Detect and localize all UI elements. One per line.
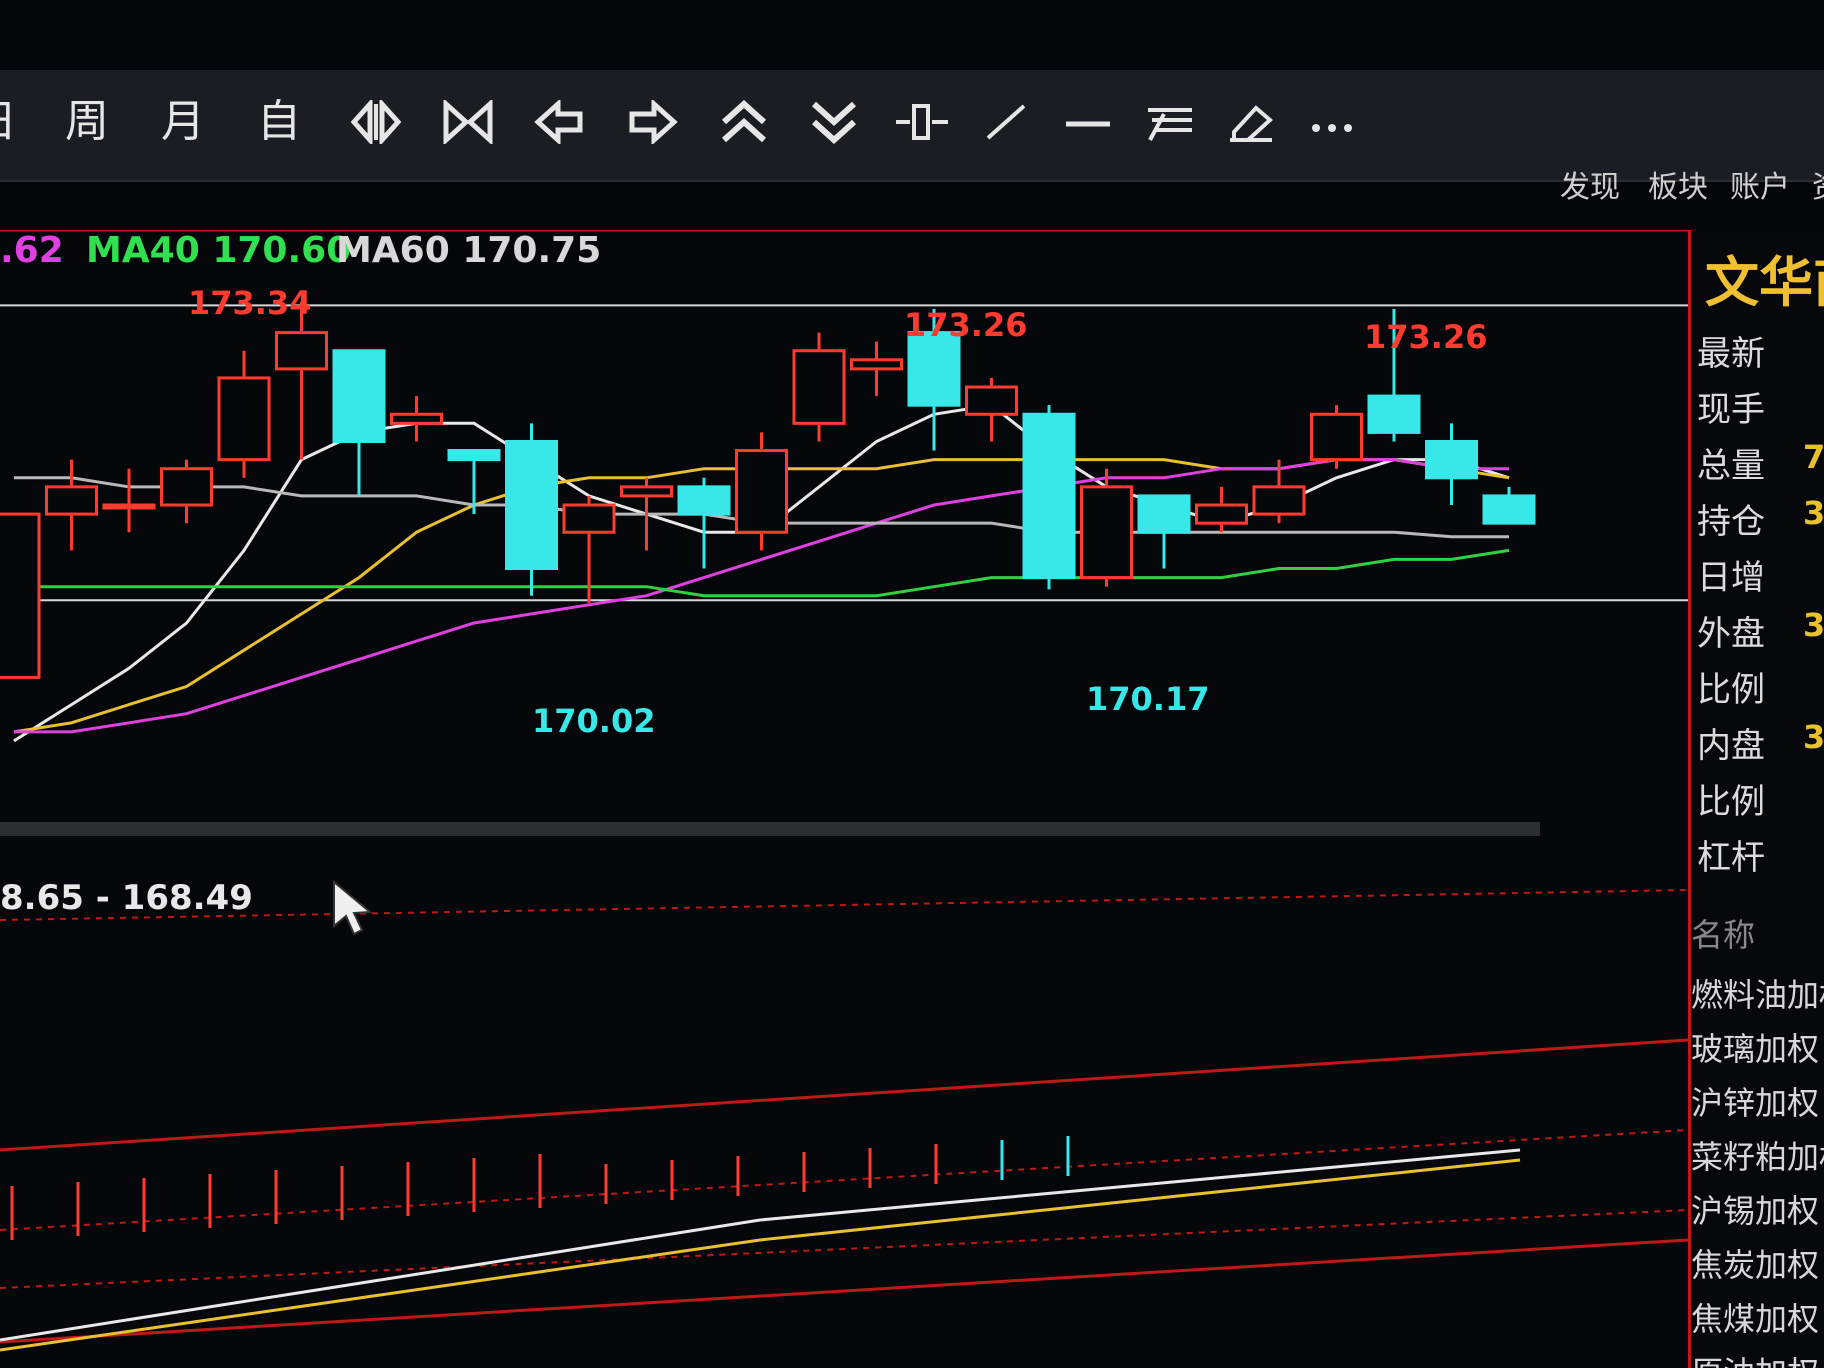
field-label: 最新 (1697, 334, 1765, 374)
candle-body (965, 385, 1018, 416)
high-label-3: 173.26 (1364, 318, 1488, 356)
nav-asset[interactable]: 资 (1812, 162, 1824, 206)
field-value: 7( (1803, 438, 1824, 476)
period-month-button[interactable]: 月 (148, 92, 218, 152)
field-label: 内盘 (1697, 726, 1765, 766)
candle-body (1425, 439, 1478, 480)
low-label-1: 170.02 (532, 702, 656, 740)
candle-body (850, 358, 903, 371)
candle-body (677, 485, 731, 516)
watchlist-item[interactable]: 菜籽粕加权 (1691, 1132, 1824, 1178)
divider-dashed-3 (0, 1209, 1688, 1289)
period-custom-button[interactable]: 自 (244, 92, 314, 152)
field-value: 34 (1803, 606, 1824, 644)
indicator-line-white (0, 1148, 1521, 1342)
candles (0, 301, 1536, 679)
candle-body (1080, 485, 1133, 580)
candle-body (1482, 494, 1536, 525)
candle-body (1367, 394, 1421, 434)
draw-line-icon[interactable] (970, 92, 1040, 152)
watchlist-item[interactable]: 焦炭加权 (1691, 1240, 1819, 1286)
candle-body (562, 503, 616, 534)
period-week-button[interactable]: 周 (52, 92, 122, 152)
arrow-right-icon[interactable] (616, 92, 686, 152)
field-label: 比例 (1697, 782, 1765, 822)
indicator-line-yellow (0, 1158, 1521, 1352)
watchlist-item[interactable]: 沪锡加权 (1691, 1186, 1819, 1232)
divider-dashed-2 (0, 1129, 1688, 1231)
field-value: 34 (1803, 494, 1824, 532)
candlestick-chart[interactable] (0, 230, 1688, 1368)
arrow-left-icon[interactable] (524, 92, 594, 152)
candle-body (1022, 412, 1076, 580)
nav-discover[interactable]: 发现 (1560, 162, 1620, 206)
candle-body (102, 503, 156, 510)
divider-solid-1 (0, 1038, 1688, 1152)
lower-indicator-panel (0, 1136, 1521, 1352)
move-split-icon[interactable] (884, 92, 954, 152)
field-label: 外盘 (1697, 614, 1765, 654)
high-label-1: 173.34 (188, 284, 312, 322)
toolbar: 日 周 月 自 (0, 70, 1824, 205)
zoom-out-icon[interactable] (340, 92, 410, 152)
field-value: 3( (1803, 718, 1824, 756)
watchlist-item[interactable]: 原油加权 (1691, 1348, 1819, 1368)
field-label: 日增 (1697, 558, 1765, 598)
field-label: 现手 (1697, 390, 1765, 430)
candle-body (45, 485, 98, 516)
price-range-readout: 8.65 - 168.49 (0, 878, 253, 918)
candle-body (332, 349, 386, 443)
field-label: 持仓 (1697, 502, 1765, 542)
candle-body (447, 449, 501, 462)
field-label: 总量 (1697, 446, 1765, 486)
mouse-pointer-icon (332, 879, 376, 940)
horizontal-scrollbar (0, 822, 1540, 836)
candle-body (160, 467, 213, 507)
arrow-down-double-icon[interactable] (798, 92, 868, 152)
low-label-2: 170.17 (1086, 680, 1210, 718)
candle-body (1310, 412, 1363, 462)
candle-body (1252, 485, 1306, 516)
field-label: 杠杆 (1697, 838, 1765, 878)
candle-body (0, 512, 41, 679)
divider-solid-2 (0, 1238, 1688, 1344)
candle-body (217, 376, 271, 462)
watchlist-item[interactable]: 玻璃加权 (1691, 1024, 1819, 1070)
candle-body (275, 331, 328, 371)
watchlist-item[interactable]: 焦煤加权 (1691, 1294, 1819, 1340)
candle-body (390, 412, 443, 425)
candle-body (1137, 494, 1191, 534)
watchlist-item[interactable]: 沪锌加权 (1691, 1078, 1819, 1124)
trading-terminal: 日 周 月 自 (0, 0, 1824, 1368)
candle-body (792, 349, 846, 425)
candle-body (505, 439, 558, 571)
stock-name: 文华商 (1705, 251, 1824, 314)
nav-account[interactable]: 账户 (1730, 162, 1790, 206)
divider-dashed-1 (0, 889, 1688, 921)
field-label: 比例 (1697, 670, 1765, 710)
watchlist-header: 名称 (1691, 916, 1756, 954)
candle-body (735, 449, 788, 534)
arrow-up-double-icon[interactable] (708, 92, 778, 152)
more-icon[interactable] (1296, 92, 1366, 152)
eraser-icon[interactable] (1216, 92, 1286, 152)
horizontal-line-icon[interactable] (1052, 92, 1122, 152)
zoom-in-icon[interactable] (432, 92, 502, 152)
candle-body (1195, 503, 1248, 525)
candle-body (620, 485, 673, 498)
fib-lines-icon[interactable] (1134, 92, 1204, 152)
watchlist-item[interactable]: 燃料油加权 (1691, 970, 1824, 1016)
quote-panel: 文华商 最新现手总量7(持仓34日增外盘34比例内盘3(比例杠杆 名称 燃料油加… (1688, 230, 1824, 1368)
period-day-button[interactable]: 日 (0, 92, 30, 152)
nav-sector[interactable]: 板块 (1648, 162, 1708, 206)
high-label-2: 173.26 (904, 306, 1028, 344)
